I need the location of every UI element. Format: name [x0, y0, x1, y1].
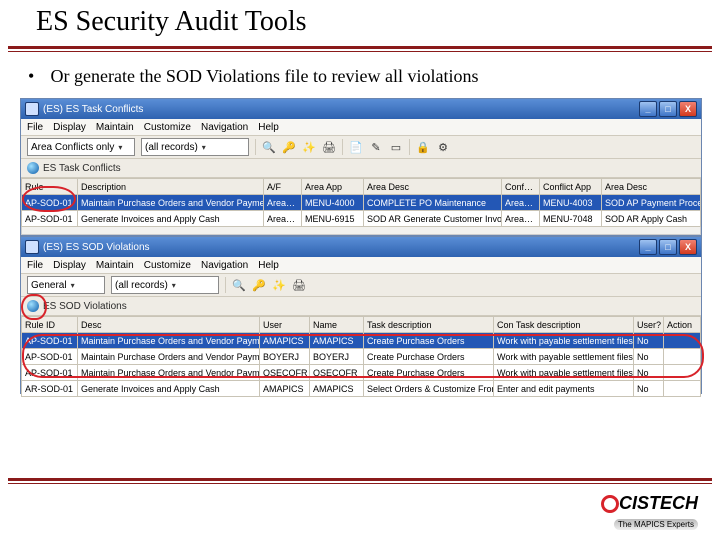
table-row[interactable]: AP-SOD-01Generate Invoices and Apply Cas… [22, 211, 701, 227]
dropdown-value: (all records) [115, 280, 168, 291]
table-row[interactable]: AP-SOD-01Maintain Purchase Orders and Ve… [22, 195, 701, 211]
dropdown-value: (all records) [145, 142, 198, 153]
section-title: ES SOD Violations [43, 301, 127, 312]
logo-tagline: The MAPICS Experts [614, 519, 698, 530]
header-row: Rule Description A/F Area App Area Desc … [22, 179, 701, 195]
cog-icon[interactable]: ⚙ [436, 140, 450, 154]
menubar: File Display Maintain Customize Navigati… [21, 119, 701, 136]
card-icon[interactable]: ▭ [389, 140, 403, 154]
col-action[interactable]: Action [664, 317, 701, 333]
toolbar: General ▾ (all records) ▾ 🔍 🔑 ✨ 🖨 [21, 274, 701, 297]
menu-customize[interactable]: Customize [144, 122, 191, 133]
minimize-button[interactable]: _ [639, 239, 657, 255]
header-row: Rule ID Desc User Name Task description … [22, 317, 701, 333]
bullet-text: Or generate the SOD Violations file to r… [51, 66, 479, 86]
filter-dropdown-2[interactable]: (all records) ▾ [141, 138, 249, 156]
key-icon[interactable]: 🔑 [252, 278, 266, 292]
highlight-circle-2 [21, 294, 47, 320]
dropdown-value: Area Conflicts only [31, 142, 114, 153]
bullet-1: • Or generate the SOD Violations file to… [28, 66, 478, 87]
title-rule-thick [8, 46, 712, 49]
filter-dropdown-2[interactable]: (all records) ▾ [111, 276, 219, 294]
wand-icon[interactable]: ✨ [272, 278, 286, 292]
menu-maintain[interactable]: Maintain [96, 122, 134, 133]
page-icon[interactable]: 📄 [349, 140, 363, 154]
highlight-circle-3 [22, 334, 704, 378]
separator [255, 139, 256, 155]
col-area-desc-2[interactable]: Area Desc [602, 179, 701, 195]
menu-display[interactable]: Display [53, 260, 86, 271]
chevron-down-icon: ▾ [172, 281, 176, 290]
col-user-q[interactable]: User? [634, 317, 664, 333]
maximize-button[interactable]: □ [659, 101, 677, 117]
title-rule-thin [8, 51, 712, 52]
globe-icon [27, 162, 39, 174]
menu-customize[interactable]: Customize [144, 260, 191, 271]
print-icon[interactable]: 🖨 [292, 278, 306, 292]
binoculars-icon[interactable]: 🔍 [232, 278, 246, 292]
toolbar: Area Conflicts only ▾ (all records) ▾ 🔍 … [21, 136, 701, 159]
chevron-down-icon: ▾ [71, 281, 75, 290]
logo-ring-icon [601, 495, 619, 513]
close-button[interactable]: X [679, 101, 697, 117]
separator [409, 139, 410, 155]
window-title: (ES) ES Task Conflicts [43, 104, 635, 115]
app-icon [25, 102, 39, 116]
col-con-task-desc[interactable]: Con Task description [494, 317, 634, 333]
separator [225, 277, 226, 293]
logo-text: CISTECH [619, 493, 698, 514]
bullet-dot: • [28, 66, 46, 87]
menu-maintain[interactable]: Maintain [96, 260, 134, 271]
titlebar[interactable]: (ES) ES SOD Violations _ □ X [21, 237, 701, 257]
grid-task-conflicts: Rule Description A/F Area App Area Desc … [21, 178, 701, 227]
app-icon [25, 240, 39, 254]
filter-dropdown-1[interactable]: General ▾ [27, 276, 105, 294]
menu-help[interactable]: Help [258, 260, 279, 271]
section-title: ES Task Conflicts [43, 163, 121, 174]
table-row[interactable]: AR-SOD-01Generate Invoices and Apply Cas… [22, 381, 701, 397]
lock-icon[interactable]: 🔒 [416, 140, 430, 154]
menu-file[interactable]: File [27, 122, 43, 133]
minimize-button[interactable]: _ [639, 101, 657, 117]
key-icon[interactable]: 🔑 [282, 140, 296, 154]
col-area-app[interactable]: Area App [302, 179, 364, 195]
menu-navigation[interactable]: Navigation [201, 122, 248, 133]
col-desc[interactable]: Desc [78, 317, 260, 333]
menu-file[interactable]: File [27, 260, 43, 271]
pencil-icon[interactable]: ✎ [369, 140, 383, 154]
section-header: ES Task Conflicts [21, 159, 701, 178]
col-conf[interactable]: Conf… [502, 179, 540, 195]
footer-rule-thin [8, 483, 712, 484]
highlight-circle-1 [22, 186, 76, 212]
menu-navigation[interactable]: Navigation [201, 260, 248, 271]
chevron-down-icon: ▾ [202, 143, 206, 152]
col-af[interactable]: A/F [264, 179, 302, 195]
col-name[interactable]: Name [310, 317, 364, 333]
window-title: (ES) ES SOD Violations [43, 242, 635, 253]
wand-icon[interactable]: ✨ [302, 140, 316, 154]
footer-rule-thick [8, 478, 712, 481]
maximize-button[interactable]: □ [659, 239, 677, 255]
col-area-desc[interactable]: Area Desc [364, 179, 502, 195]
print-icon[interactable]: 🖨 [322, 140, 336, 154]
page-title: ES Security Audit Tools [36, 6, 307, 38]
dropdown-value: General [31, 280, 67, 291]
menubar: File Display Maintain Customize Navigati… [21, 257, 701, 274]
menu-display[interactable]: Display [53, 122, 86, 133]
section-header: ES SOD Violations [21, 297, 701, 316]
close-button[interactable]: X [679, 239, 697, 255]
titlebar[interactable]: (ES) ES Task Conflicts _ □ X [21, 99, 701, 119]
col-task-desc[interactable]: Task description [364, 317, 494, 333]
col-user[interactable]: User [260, 317, 310, 333]
col-conflict-app[interactable]: Conflict App [540, 179, 602, 195]
menu-help[interactable]: Help [258, 122, 279, 133]
filter-dropdown-1[interactable]: Area Conflicts only ▾ [27, 138, 135, 156]
window-task-conflicts: (ES) ES Task Conflicts _ □ X File Displa… [20, 98, 702, 236]
chevron-down-icon: ▾ [118, 143, 122, 152]
logo: CISTECH The MAPICS Experts [601, 493, 698, 532]
binoculars-icon[interactable]: 🔍 [262, 140, 276, 154]
col-desc[interactable]: Description [78, 179, 264, 195]
separator [342, 139, 343, 155]
